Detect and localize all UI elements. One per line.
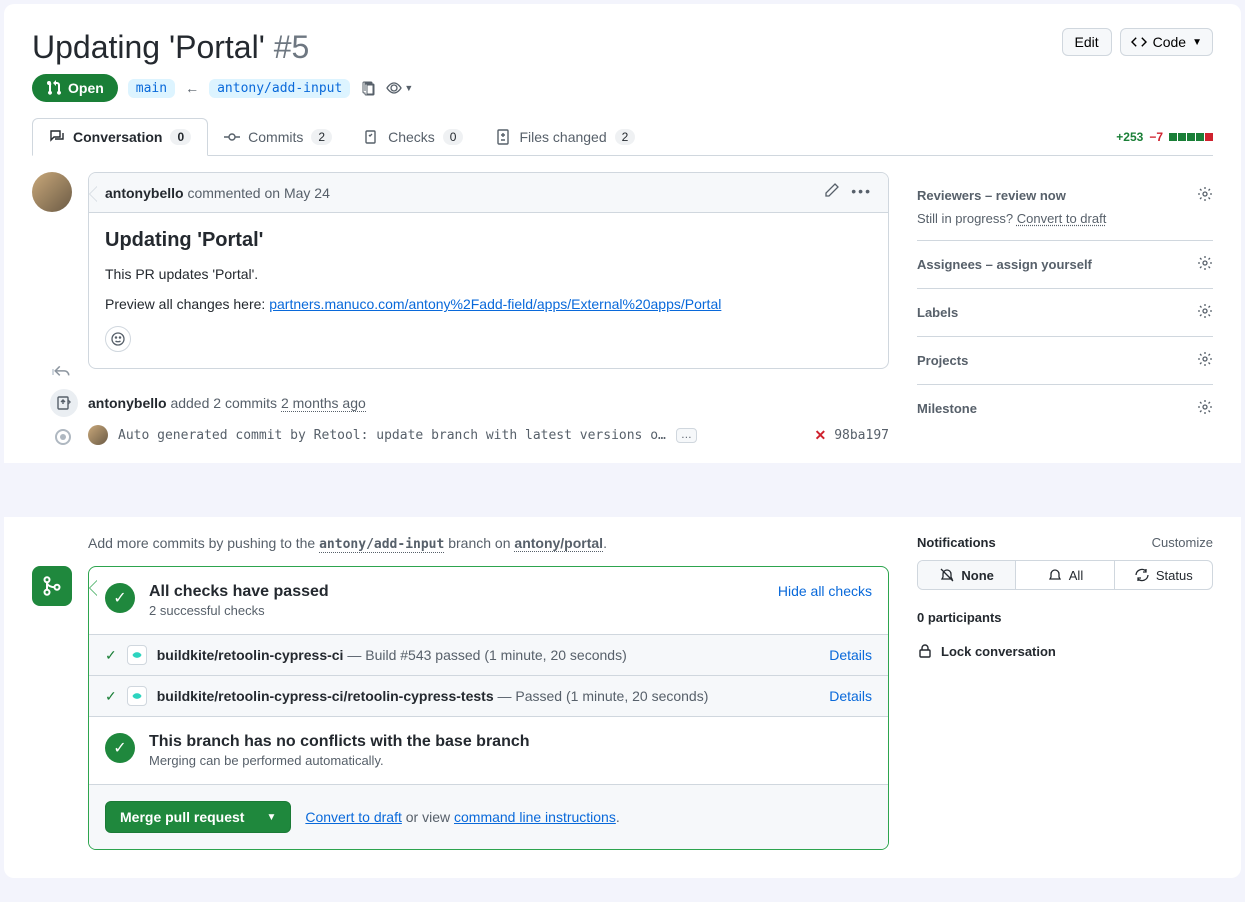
assign-yourself-link[interactable]: assign yourself — [997, 257, 1092, 272]
sidebar-milestone-label: Milestone — [917, 401, 977, 416]
add-reaction-button[interactable] — [105, 326, 131, 352]
commit-message[interactable]: Auto generated commit by Retool: update … — [118, 428, 666, 443]
file-diff-icon — [495, 129, 511, 145]
notifications-heading: Notifications — [917, 535, 996, 550]
avatar[interactable] — [32, 172, 72, 212]
check-pass-icon: ✓ — [105, 688, 117, 705]
lock-conversation-button[interactable]: Lock conversation — [917, 643, 1213, 659]
commit-dot-icon — [55, 429, 71, 445]
tab-checks[interactable]: Checks 0 — [348, 118, 479, 155]
cli-instructions-link[interactable]: command line instructions — [454, 809, 616, 825]
repo-push-icon — [48, 387, 80, 419]
ci-provider-icon — [127, 645, 147, 665]
pr-state-badge: Open — [32, 74, 118, 102]
notif-none-button[interactable]: None — [918, 561, 1016, 589]
kebab-menu-icon[interactable]: ••• — [851, 183, 872, 202]
tab-commits[interactable]: Commits 2 — [208, 118, 348, 155]
ci-provider-icon — [127, 686, 147, 706]
check-details-link[interactable]: Details — [829, 647, 872, 663]
push-hint: Add more commits by pushing to the anton… — [88, 535, 889, 552]
preview-link[interactable]: partners.manuco.com/antony%2Fadd-field/a… — [269, 296, 721, 312]
diff-blocks — [1169, 133, 1213, 141]
caret-down-icon: ▼ — [404, 83, 413, 93]
lock-icon — [917, 643, 933, 659]
participants-count: 0 participants — [917, 610, 1213, 625]
check-name[interactable]: buildkite/retoolin-cypress-ci/retoolin-c… — [157, 688, 494, 704]
check-details-link[interactable]: Details — [829, 688, 872, 704]
base-branch[interactable]: main — [128, 79, 175, 98]
diffstat: +253 −7 — [1116, 118, 1213, 155]
check-pass-icon: ✓ — [105, 647, 117, 664]
commit-sha[interactable]: 98ba197 — [834, 428, 889, 443]
gear-icon[interactable] — [1197, 351, 1213, 370]
check-row: ✓ buildkite/retoolin-cypress-ci/retoolin… — [89, 676, 888, 717]
gear-icon[interactable] — [1197, 399, 1213, 418]
hide-all-checks-link[interactable]: Hide all checks — [778, 583, 872, 599]
customize-link[interactable]: Customize — [1152, 535, 1213, 550]
checks-subtitle: 2 successful checks — [149, 603, 329, 618]
gear-icon[interactable] — [1197, 303, 1213, 322]
comment-author[interactable]: antonybello commented on May 24 — [105, 185, 330, 201]
tab-files-changed[interactable]: Files changed 2 — [479, 118, 651, 155]
timeline-event: antonybello added 2 commits 2 months ago — [88, 395, 366, 411]
check-circle-icon: ✓ — [105, 583, 135, 613]
sync-icon — [1134, 567, 1150, 583]
smiley-icon — [110, 331, 126, 347]
comment-discussion-icon — [49, 129, 65, 145]
edit-comment-icon[interactable] — [823, 183, 839, 202]
pr-title: Updating 'Portal' #5 — [32, 28, 309, 66]
check-name[interactable]: buildkite/retoolin-cypress-ci — [157, 647, 344, 663]
convert-to-draft-link[interactable]: Convert to draft — [305, 809, 402, 825]
head-branch[interactable]: antony/add-input — [209, 79, 350, 98]
notif-status-button[interactable]: Status — [1115, 561, 1212, 589]
gear-icon[interactable] — [1197, 186, 1213, 205]
no-conflicts-title: This branch has no conflicts with the ba… — [149, 733, 530, 751]
gear-icon[interactable] — [1197, 255, 1213, 274]
sidebar-assignees-label: Assignees – assign yourself — [917, 257, 1092, 272]
code-button[interactable]: Code ▼ — [1120, 28, 1213, 56]
no-conflicts-subtitle: Merging can be performed automatically. — [149, 753, 530, 768]
caret-down-icon: ▼ — [266, 812, 276, 823]
bell-slash-icon — [939, 567, 955, 583]
bell-icon — [1047, 567, 1063, 583]
comment-preview-line: Preview all changes here: partners.manuc… — [105, 296, 872, 312]
notif-all-button[interactable]: All — [1016, 561, 1114, 589]
avatar[interactable] — [88, 425, 108, 445]
convert-to-draft-link[interactable]: Convert to draft — [1017, 211, 1107, 226]
check-circle-icon: ✓ — [105, 733, 135, 763]
convert-draft-prompt: Still in progress? Convert to draft — [917, 211, 1213, 226]
reply-arrow-icon — [53, 363, 71, 381]
arrow-left-icon: ← — [185, 80, 199, 96]
commit-status-fail-icon[interactable]: ✕ — [814, 427, 826, 444]
checks-title: All checks have passed — [149, 583, 329, 601]
eye-icon — [386, 80, 402, 96]
sidebar-labels-label: Labels — [917, 305, 958, 320]
checklist-icon — [364, 129, 380, 145]
edit-button[interactable]: Edit — [1062, 28, 1112, 56]
sidebar-reviewers-label: Reviewers – review now — [917, 188, 1066, 203]
sidebar-projects-label: Projects — [917, 353, 968, 368]
caret-down-icon: ▼ — [1192, 37, 1202, 48]
tab-conversation[interactable]: Conversation 0 — [32, 118, 208, 156]
copy-branch-icon[interactable] — [360, 80, 376, 96]
merge-pull-request-button[interactable]: Merge pull request▼ — [105, 801, 291, 833]
git-merge-icon — [32, 566, 72, 606]
push-branch[interactable]: antony/add-input — [319, 537, 444, 553]
notification-segmented-control: None All Status — [917, 560, 1213, 590]
comment-text: This PR updates 'Portal'. — [105, 266, 872, 282]
timeline-time[interactable]: 2 months ago — [281, 395, 366, 412]
timeline-author[interactable]: antonybello — [88, 395, 167, 411]
check-row: ✓ buildkite/retoolin-cypress-ci — Build … — [89, 635, 888, 676]
git-pull-request-icon — [46, 80, 62, 96]
expand-commit-button[interactable]: … — [676, 428, 697, 443]
watch-dropdown[interactable]: ▼ — [386, 80, 413, 96]
push-repo[interactable]: antony/portal — [514, 535, 603, 552]
comment-heading: Updating 'Portal' — [105, 229, 872, 252]
code-icon — [1131, 34, 1147, 50]
git-commit-icon — [224, 129, 240, 145]
